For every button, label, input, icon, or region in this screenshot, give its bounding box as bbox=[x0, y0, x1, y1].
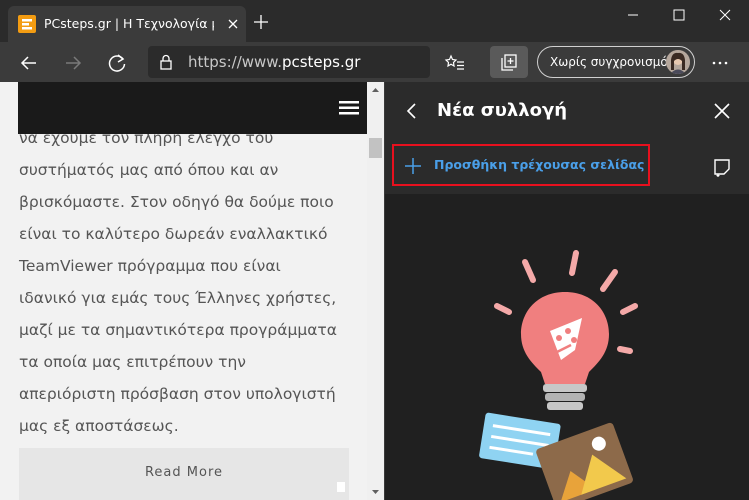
add-row: Προσθήκη τρέχουσας σελίδας bbox=[385, 140, 749, 194]
tab-title: PCsteps.gr | Η Τεχνολογία με Απ bbox=[44, 16, 214, 31]
read-more-button[interactable]: Read More bbox=[19, 448, 349, 500]
pane-back-icon[interactable] bbox=[401, 100, 423, 122]
sync-button[interactable]: Χωρίς συγχρονισμό bbox=[537, 46, 695, 78]
article-line: μαζί με τα σημαντικότερα προγράμματα bbox=[19, 321, 337, 339]
scroll-down-icon[interactable] bbox=[367, 483, 384, 500]
hamburger-icon[interactable] bbox=[339, 101, 359, 115]
url-text[interactable]: https://www.pcsteps.gr bbox=[188, 52, 360, 72]
article-text: να έχουμε τον πλήρη έλεγχο του συστήματό… bbox=[19, 122, 359, 442]
avatar bbox=[666, 50, 690, 74]
article-line: ιδανικό για εμάς τους Έλληνες χρήστες, bbox=[19, 289, 337, 307]
scroll-thumb[interactable] bbox=[369, 138, 382, 158]
back-arrow-icon[interactable] bbox=[16, 50, 42, 76]
minimize-icon[interactable] bbox=[610, 0, 656, 30]
page-scrollbar[interactable] bbox=[367, 82, 384, 500]
scroll-to-top-marker bbox=[337, 482, 345, 492]
add-current-page-label: Προσθήκη τρέχουσας σελίδας bbox=[434, 157, 645, 172]
favorites-icon[interactable] bbox=[442, 50, 468, 76]
collection-title[interactable]: Νέα συλλογή bbox=[437, 98, 567, 124]
site-header bbox=[18, 82, 367, 134]
more-icon[interactable] bbox=[706, 50, 734, 76]
lock-icon[interactable] bbox=[158, 54, 174, 70]
article-line: απεριόριστη πρόσβαση στον υπολογιστή bbox=[19, 385, 336, 403]
refresh-icon[interactable] bbox=[104, 50, 130, 76]
article-line: βρισκόμαστε. Στον οδηγό θα δούμε ποιο bbox=[19, 193, 334, 211]
collection-body bbox=[385, 194, 749, 500]
title-bar: PCsteps.gr | Η Τεχνολογία με Απ bbox=[0, 0, 749, 42]
browser-tab[interactable]: PCsteps.gr | Η Τεχνολογία με Απ bbox=[8, 6, 246, 42]
add-note-icon[interactable] bbox=[711, 156, 733, 178]
window-close-icon[interactable] bbox=[702, 0, 748, 30]
url-domain: pcsteps.gr bbox=[281, 53, 361, 71]
article-line: είναι το καλύτερο δωρεάν εναλλακτικό bbox=[19, 225, 328, 243]
sync-label: Χωρίς συγχρονισμό bbox=[550, 55, 668, 69]
maximize-icon[interactable] bbox=[656, 0, 702, 30]
article-line: μας εξ αποστάσεως. bbox=[19, 417, 179, 435]
url-host: https://www. bbox=[188, 53, 282, 71]
address-bar[interactable]: https://www.pcsteps.gr bbox=[148, 46, 430, 78]
web-page: να έχουμε τον πλήρη έλεγχο του συστήματό… bbox=[0, 82, 367, 500]
favicon-icon bbox=[18, 15, 36, 33]
new-tab-icon[interactable] bbox=[252, 13, 270, 31]
article-line: συστήματός μας από όπου και αν bbox=[19, 161, 279, 179]
add-current-page-button[interactable]: Προσθήκη τρέχουσας σελίδας bbox=[392, 144, 650, 186]
lightbulb-illustration bbox=[479, 250, 638, 500]
article-line: TeamViewer πρόγραμμα που είναι bbox=[19, 257, 281, 275]
article-line: τα οποία μας επιτρέπουν την bbox=[19, 353, 246, 371]
collections-button[interactable] bbox=[490, 46, 528, 78]
collections-icon bbox=[501, 54, 517, 71]
collections-pane: Νέα συλλογή Προσθήκη τρέχουσας σελίδας bbox=[384, 82, 749, 500]
tab-close-icon[interactable] bbox=[224, 15, 242, 33]
pane-header: Νέα συλλογή bbox=[385, 82, 749, 140]
pane-close-icon[interactable] bbox=[711, 100, 733, 122]
scroll-up-icon[interactable] bbox=[367, 82, 384, 99]
forward-arrow-icon[interactable] bbox=[60, 50, 86, 76]
plus-icon bbox=[405, 158, 421, 174]
toolbar: https://www.pcsteps.gr Χωρίς συγχρονισμό bbox=[0, 42, 749, 82]
